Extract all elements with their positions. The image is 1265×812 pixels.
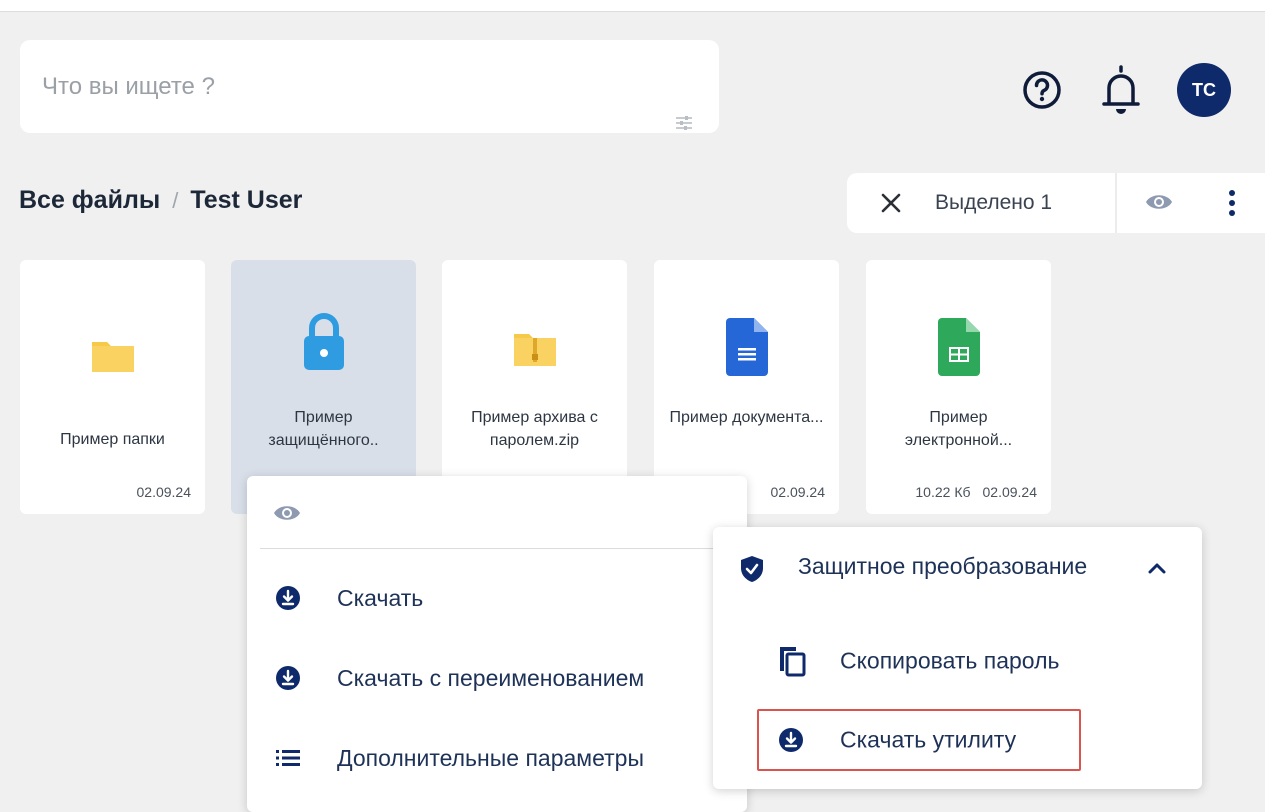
folder-icon bbox=[20, 338, 205, 372]
file-tile[interactable]: Пример электронной... 10.22 Кб 02.09.24 bbox=[866, 260, 1051, 514]
shield-icon bbox=[740, 555, 764, 588]
document-icon bbox=[654, 318, 839, 376]
filter-icon[interactable] bbox=[676, 116, 692, 135]
search-input[interactable] bbox=[20, 40, 620, 133]
file-meta: 02.09.24 bbox=[759, 484, 826, 500]
toolbar-divider bbox=[1115, 173, 1117, 233]
file-size: 10.22 Кб bbox=[915, 484, 971, 500]
copy-icon bbox=[778, 645, 806, 677]
highlight-box bbox=[757, 709, 1081, 771]
file-date: 02.09.24 bbox=[770, 484, 826, 500]
avatar[interactable]: ТС bbox=[1177, 63, 1231, 117]
submenu-item-label: Скопировать пароль bbox=[840, 647, 1060, 674]
download-icon bbox=[275, 585, 301, 611]
menu-item-label: Дополнительные параметры bbox=[337, 744, 644, 771]
top-bar bbox=[0, 0, 1265, 12]
menu-divider bbox=[260, 548, 747, 549]
eye-icon[interactable] bbox=[1144, 191, 1174, 218]
protection-submenu: Защитное преобразование Скопировать паро… bbox=[713, 527, 1202, 789]
menu-item-download[interactable]: Скачать bbox=[247, 568, 747, 628]
eye-icon[interactable] bbox=[272, 502, 302, 529]
file-date: 02.09.24 bbox=[982, 484, 1038, 500]
search-box[interactable] bbox=[20, 40, 719, 133]
file-name: Пример защищённого.. bbox=[268, 409, 379, 449]
download-icon bbox=[275, 665, 301, 691]
list-icon bbox=[275, 749, 301, 767]
breadcrumb-current: Test User bbox=[190, 186, 303, 214]
file-tile[interactable]: Пример папки 02.09.24 bbox=[20, 260, 205, 514]
file-meta: 10.22 Кб 02.09.24 bbox=[915, 484, 1037, 500]
selection-count: Выделено 1 bbox=[935, 191, 1053, 214]
breadcrumb-root[interactable]: Все файлы bbox=[19, 186, 160, 215]
menu-item-label: Скачать bbox=[337, 584, 424, 611]
lock-icon bbox=[231, 312, 416, 372]
file-name: Пример архива с паролем.zip bbox=[471, 409, 598, 449]
zip-folder-icon bbox=[442, 332, 627, 366]
context-menu: Скачать Скачать с переименованием Дополн… bbox=[247, 476, 747, 812]
menu-item-more-options[interactable]: Дополнительные параметры bbox=[247, 728, 747, 788]
file-name: Пример папки bbox=[60, 431, 165, 448]
file-name: Пример электронной... bbox=[904, 409, 1013, 449]
help-icon[interactable] bbox=[1022, 70, 1062, 115]
breadcrumb: Все файлы / Test User bbox=[19, 186, 302, 215]
spreadsheet-icon bbox=[866, 318, 1051, 376]
selection-toolbar: Выделено 1 bbox=[847, 173, 1265, 233]
submenu-title: Защитное преобразование bbox=[798, 553, 1088, 579]
file-date: 02.09.24 bbox=[136, 484, 192, 500]
menu-item-label: Скачать с переименованием bbox=[337, 664, 645, 691]
file-meta: 02.09.24 bbox=[125, 484, 192, 500]
breadcrumb-separator: / bbox=[172, 187, 179, 213]
close-icon[interactable] bbox=[880, 192, 902, 219]
submenu-header[interactable]: Защитное преобразование bbox=[713, 539, 1202, 599]
more-vertical-icon[interactable] bbox=[1228, 189, 1236, 222]
menu-item-download-rename[interactable]: Скачать с переименованием bbox=[247, 648, 747, 708]
bell-icon[interactable] bbox=[1101, 64, 1141, 121]
submenu-item-copy-password[interactable]: Скопировать пароль bbox=[713, 631, 1202, 691]
file-name: Пример документа... bbox=[669, 409, 824, 426]
chevron-up-icon bbox=[1148, 561, 1166, 579]
